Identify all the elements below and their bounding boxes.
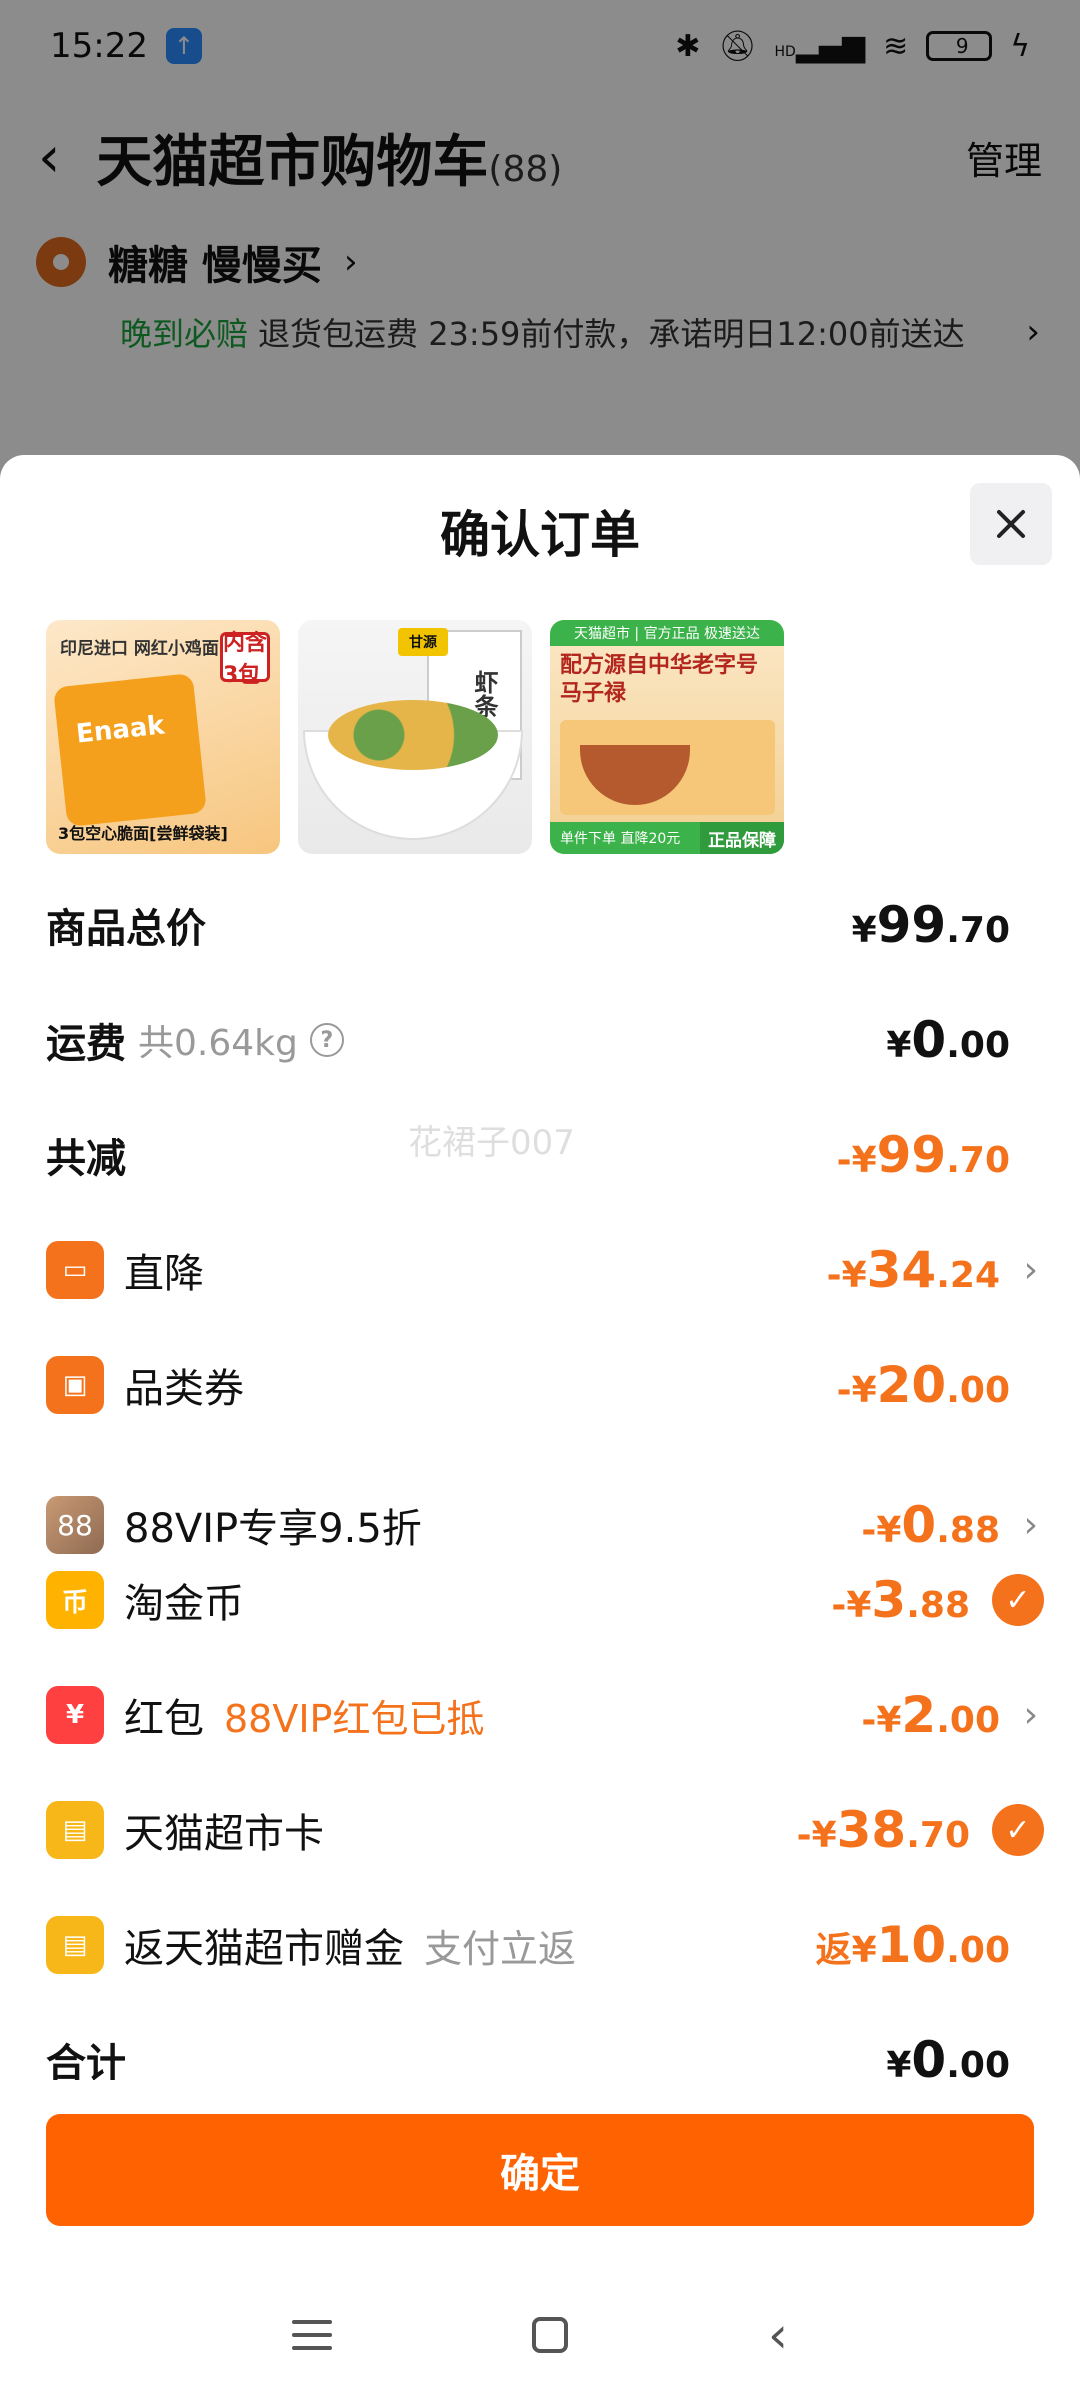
vip-discount-label: 88VIP专享9.5折 xyxy=(124,1506,422,1552)
shipping-label: 运费 xyxy=(46,1021,126,1067)
subtotal-row: 商品总价 ¥99.70 xyxy=(0,885,1080,965)
check-icon[interactable]: ✓ xyxy=(992,1804,1044,1856)
direct-cut-row[interactable]: ▭ 直降 -¥ 34.24 › xyxy=(0,1230,1080,1310)
product-image xyxy=(53,673,207,827)
vip-discount-row[interactable]: 88 88VIP专享9.5折 -¥ 0.88 › xyxy=(0,1485,1080,1565)
rebate-amount: 返¥ 10.00 xyxy=(815,1916,1010,1974)
menu-icon[interactable] xyxy=(292,2320,332,2350)
rebate-row: ▤ 返天猫超市赠金 支付立返 返¥ 10.00 xyxy=(0,1905,1080,1985)
product-thumb-shrimp-snack[interactable]: 甘源 虾条 xyxy=(298,620,532,854)
shop-icon: ▭ xyxy=(46,1241,104,1299)
coin-icon: 币 xyxy=(46,1571,104,1629)
price-breakdown: 商品总价 ¥99.70 运费 共0.64kg? ¥0.00 共减 -¥ 99.70 … xyxy=(0,885,1080,1490)
product-thumbnails: 印尼进口 网红小鸡面 内含3包 Enaak 3包空心脆面[尝鲜袋装] 甘源 虾条… xyxy=(46,620,784,854)
close-icon[interactable] xyxy=(970,483,1052,565)
product-guarantee: 正品保障 xyxy=(700,822,784,854)
shipping-amount: ¥0.00 xyxy=(886,1011,1010,1069)
direct-cut-label: 直降 xyxy=(124,1251,204,1297)
shipping-weight: 共0.64kg xyxy=(138,1023,298,1064)
help-icon[interactable]: ? xyxy=(309,1023,344,1057)
grand-total-amount: ¥0.00 xyxy=(886,2031,1010,2080)
grand-total-row: 合计 ¥0.00 xyxy=(0,2020,1080,2080)
home-icon[interactable] xyxy=(532,2317,568,2353)
subtotal-label: 商品总价 xyxy=(46,906,206,952)
category-coupon-label: 品类券 xyxy=(124,1366,244,1412)
vip-icon: 88 xyxy=(46,1496,104,1554)
red-packet-amount: -¥ 2.00 xyxy=(861,1686,1000,1744)
category-coupon-amount: -¥ 20.00 xyxy=(836,1356,1010,1414)
confirm-button[interactable]: 确定 xyxy=(46,2114,1034,2226)
category-coupon-row: ▣ 品类券 -¥ 20.00 xyxy=(0,1345,1080,1425)
red-packet-row[interactable]: ¥ 红包 88VIP红包已抵 -¥ 2.00 › xyxy=(0,1675,1080,1755)
total-discount-amount: -¥ 99.70 xyxy=(836,1126,1010,1184)
shipping-row: 运费 共0.64kg? ¥0.00 xyxy=(0,1000,1080,1080)
watermark: 花裙子007 xyxy=(408,1123,575,1163)
chevron-right-icon: › xyxy=(1023,1504,1038,1546)
red-packet-label: 红包 xyxy=(124,1696,204,1742)
tmall-card-label: 天猫超市卡 xyxy=(124,1811,324,1857)
product-badge: 内含3包 xyxy=(220,631,270,688)
red-packet-note: 88VIP红包已抵 xyxy=(224,1696,485,1741)
vip-discount-amount: -¥ 0.88 xyxy=(861,1496,1000,1554)
tao-coin-label: 淘金币 xyxy=(124,1581,244,1627)
product-label: 印尼进口 网红小鸡面 xyxy=(60,639,219,659)
tao-coin-amount: -¥ 3.88 xyxy=(831,1571,970,1629)
rebate-note: 支付立返 xyxy=(424,1926,577,1971)
coupon-icon: ▣ xyxy=(46,1356,104,1414)
product-thumb-noodle[interactable]: 印尼进口 网红小鸡面 内含3包 Enaak 3包空心脆面[尝鲜袋装] xyxy=(46,620,280,854)
card-icon: ▤ xyxy=(46,1801,104,1859)
product-title: 配方源自中华老字号马子禄 xyxy=(560,653,759,706)
tmall-card-row[interactable]: ▤ 天猫超市卡 -¥ 38.70 ✓ xyxy=(0,1790,1080,1870)
tao-coin-row[interactable]: 币淘金币 -¥ 3.88 ✓ xyxy=(0,1560,1080,1640)
system-nav-bar: ‹ xyxy=(0,2270,1080,2400)
price-breakdown-lower: 币淘金币 -¥ 3.88 ✓ ¥ 红包 88VIP红包已抵 -¥ 2.00 › ▤ 天猫超… xyxy=(0,1560,1080,2080)
tmall-card-amount: -¥ 38.70 xyxy=(796,1801,970,1859)
grand-total-label: 合计 xyxy=(46,2041,126,2080)
gift-card-icon: ▤ xyxy=(46,1916,104,1974)
red-packet-icon: ¥ xyxy=(46,1686,104,1744)
product-thumb-beef-noodle[interactable]: 天猫超市 | 官方正品 极速送达 配方源自中华老字号马子禄 单件下单 直降20元… xyxy=(550,620,784,854)
rebate-label: 返天猫超市赠金 xyxy=(124,1926,404,1972)
product-header: 天猫超市 | 官方正品 极速送达 xyxy=(550,620,784,646)
direct-cut-amount: -¥ 34.24 xyxy=(826,1241,1000,1299)
sheet-title: 确认订单 xyxy=(440,506,640,564)
chevron-right-icon: › xyxy=(1023,1249,1038,1291)
product-brand: 甘源 xyxy=(398,628,448,656)
product-image xyxy=(328,700,498,770)
subtotal-amount: ¥99.70 xyxy=(851,896,1010,954)
nav-back-icon[interactable]: ‹ xyxy=(768,2306,788,2364)
check-icon[interactable]: ✓ xyxy=(992,1574,1044,1626)
product-caption: 3包空心脆面[尝鲜袋装] xyxy=(58,824,228,843)
chevron-right-icon: › xyxy=(1023,1694,1038,1736)
total-discount-label: 共减 xyxy=(46,1136,126,1182)
